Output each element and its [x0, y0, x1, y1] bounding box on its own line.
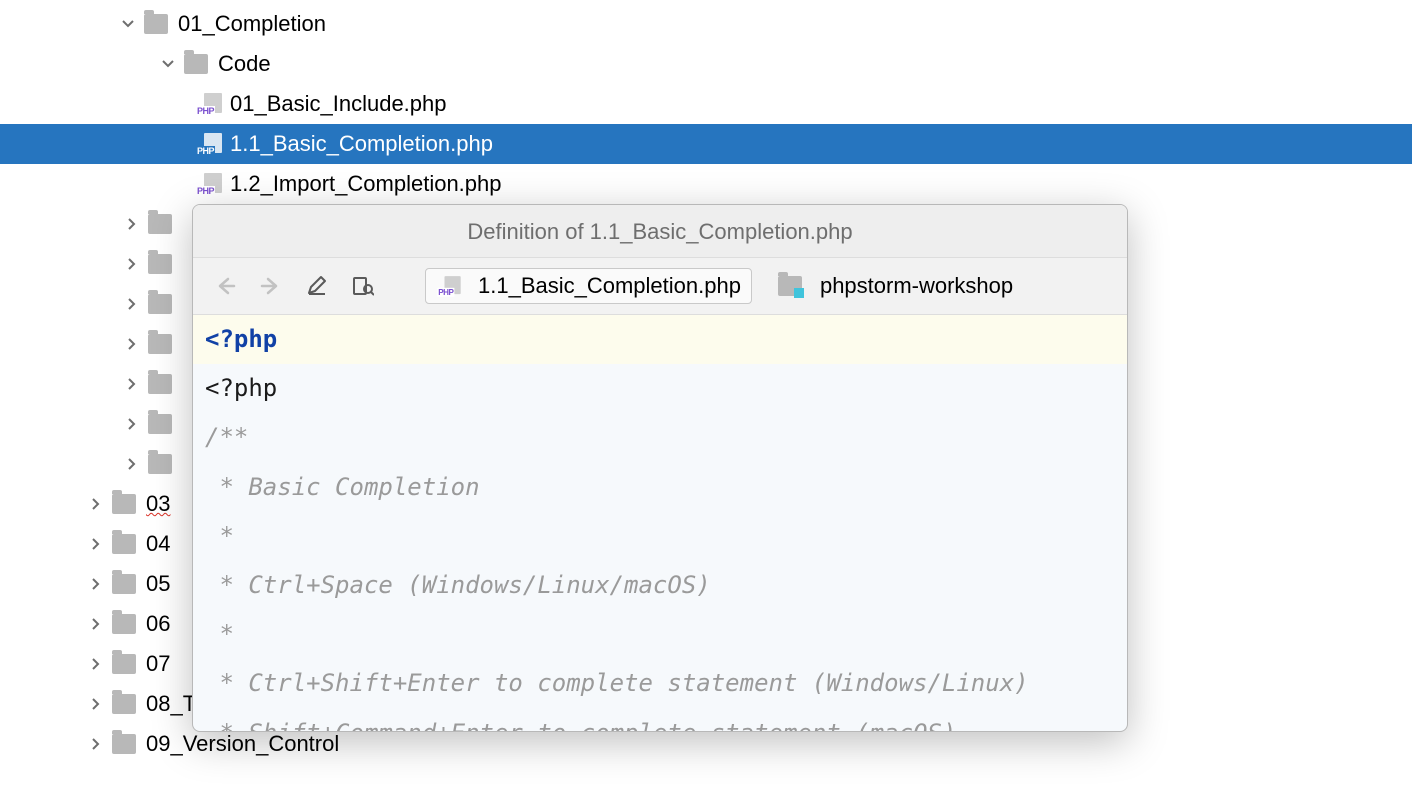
chevron-right-icon[interactable]: [88, 736, 104, 752]
folder-icon: [148, 334, 172, 354]
php-file-icon: PHP: [196, 93, 222, 115]
folder-icon: [112, 534, 136, 554]
tree-label: 1.2_Import_Completion.php: [230, 171, 502, 197]
folder-icon: [112, 694, 136, 714]
php-file-icon: PHP: [196, 133, 222, 155]
chevron-down-icon[interactable]: [120, 16, 136, 32]
code-text: * Shift+Command+Enter to complete statem…: [205, 719, 956, 732]
folder-icon: [148, 454, 172, 474]
php-file-icon: PHP: [196, 173, 222, 195]
folder-icon: [148, 374, 172, 394]
code-text: *: [205, 620, 234, 648]
chevron-down-icon[interactable]: [160, 56, 176, 72]
folder-icon: [112, 494, 136, 514]
chevron-right-icon[interactable]: [124, 216, 140, 232]
breadcrumb-file-label: 1.1_Basic_Completion.php: [478, 273, 741, 299]
chevron-right-icon[interactable]: [124, 296, 140, 312]
folder-icon: [184, 54, 208, 74]
popup-toolbar: PHP 1.1_Basic_Completion.php phpstorm-wo…: [193, 258, 1127, 315]
tree-label: 04: [146, 531, 170, 557]
php-file-icon: PHP: [437, 276, 460, 296]
tree-label: 09_Version_Control: [146, 731, 339, 757]
chevron-right-icon[interactable]: [124, 456, 140, 472]
tree-label: 01_Completion: [178, 11, 326, 37]
tree-label: 07: [146, 651, 170, 677]
folder-icon: [112, 654, 136, 674]
chevron-right-icon[interactable]: [88, 696, 104, 712]
chevron-right-icon[interactable]: [88, 496, 104, 512]
breadcrumb-module-label: phpstorm-workshop: [820, 273, 1013, 299]
chevron-right-icon[interactable]: [88, 576, 104, 592]
show-preview-button[interactable]: [349, 272, 377, 300]
tree-label: 01_Basic_Include.php: [230, 91, 447, 117]
chevron-right-icon[interactable]: [88, 616, 104, 632]
tree-file-selected[interactable]: PHP 1.1_Basic_Completion.php: [0, 124, 1412, 164]
folder-icon: [112, 574, 136, 594]
quick-definition-popup: Definition of 1.1_Basic_Completion.php P…: [192, 204, 1128, 732]
breadcrumb-module[interactable]: phpstorm-workshop: [778, 273, 1013, 299]
nav-back-button[interactable]: [211, 272, 239, 300]
breadcrumb-file[interactable]: PHP 1.1_Basic_Completion.php: [425, 268, 752, 304]
folder-icon: [148, 414, 172, 434]
folder-icon: [148, 254, 172, 274]
chevron-right-icon[interactable]: [88, 656, 104, 672]
code-text: * Basic Completion: [205, 473, 480, 501]
chevron-right-icon[interactable]: [124, 416, 140, 432]
tree-label: 06: [146, 611, 170, 637]
edit-source-button[interactable]: [303, 272, 331, 300]
tree-file[interactable]: PHP 01_Basic_Include.php: [0, 84, 1412, 124]
folder-icon: [148, 294, 172, 314]
chevron-right-icon[interactable]: [124, 336, 140, 352]
folder-icon: [144, 14, 168, 34]
tree-label: 1.1_Basic_Completion.php: [230, 131, 493, 157]
popup-code-view[interactable]: <?php <?php /** * Basic Completion * * C…: [193, 315, 1127, 731]
tree-folder-01-completion[interactable]: 01_Completion: [0, 4, 1412, 44]
code-text: * Ctrl+Shift+Enter to complete statement…: [205, 669, 1029, 697]
chevron-right-icon[interactable]: [124, 256, 140, 272]
tree-label: 05: [146, 571, 170, 597]
tree-folder-code[interactable]: Code: [0, 44, 1412, 84]
code-text: <?php: [205, 374, 277, 402]
chevron-right-icon[interactable]: [88, 536, 104, 552]
nav-forward-button[interactable]: [257, 272, 285, 300]
chevron-right-icon[interactable]: [124, 376, 140, 392]
code-text: <?php: [205, 325, 277, 353]
code-text: * Ctrl+Space (Windows/Linux/macOS): [205, 571, 711, 599]
module-icon: [778, 276, 802, 296]
tree-label: 03: [146, 491, 170, 517]
tree-label: Code: [218, 51, 271, 77]
tree-file[interactable]: PHP 1.2_Import_Completion.php: [0, 164, 1412, 204]
code-text: *: [205, 522, 234, 550]
code-text: /**: [205, 423, 248, 451]
folder-icon: [148, 214, 172, 234]
folder-icon: [112, 614, 136, 634]
folder-icon: [112, 734, 136, 754]
popup-title: Definition of 1.1_Basic_Completion.php: [193, 205, 1127, 258]
